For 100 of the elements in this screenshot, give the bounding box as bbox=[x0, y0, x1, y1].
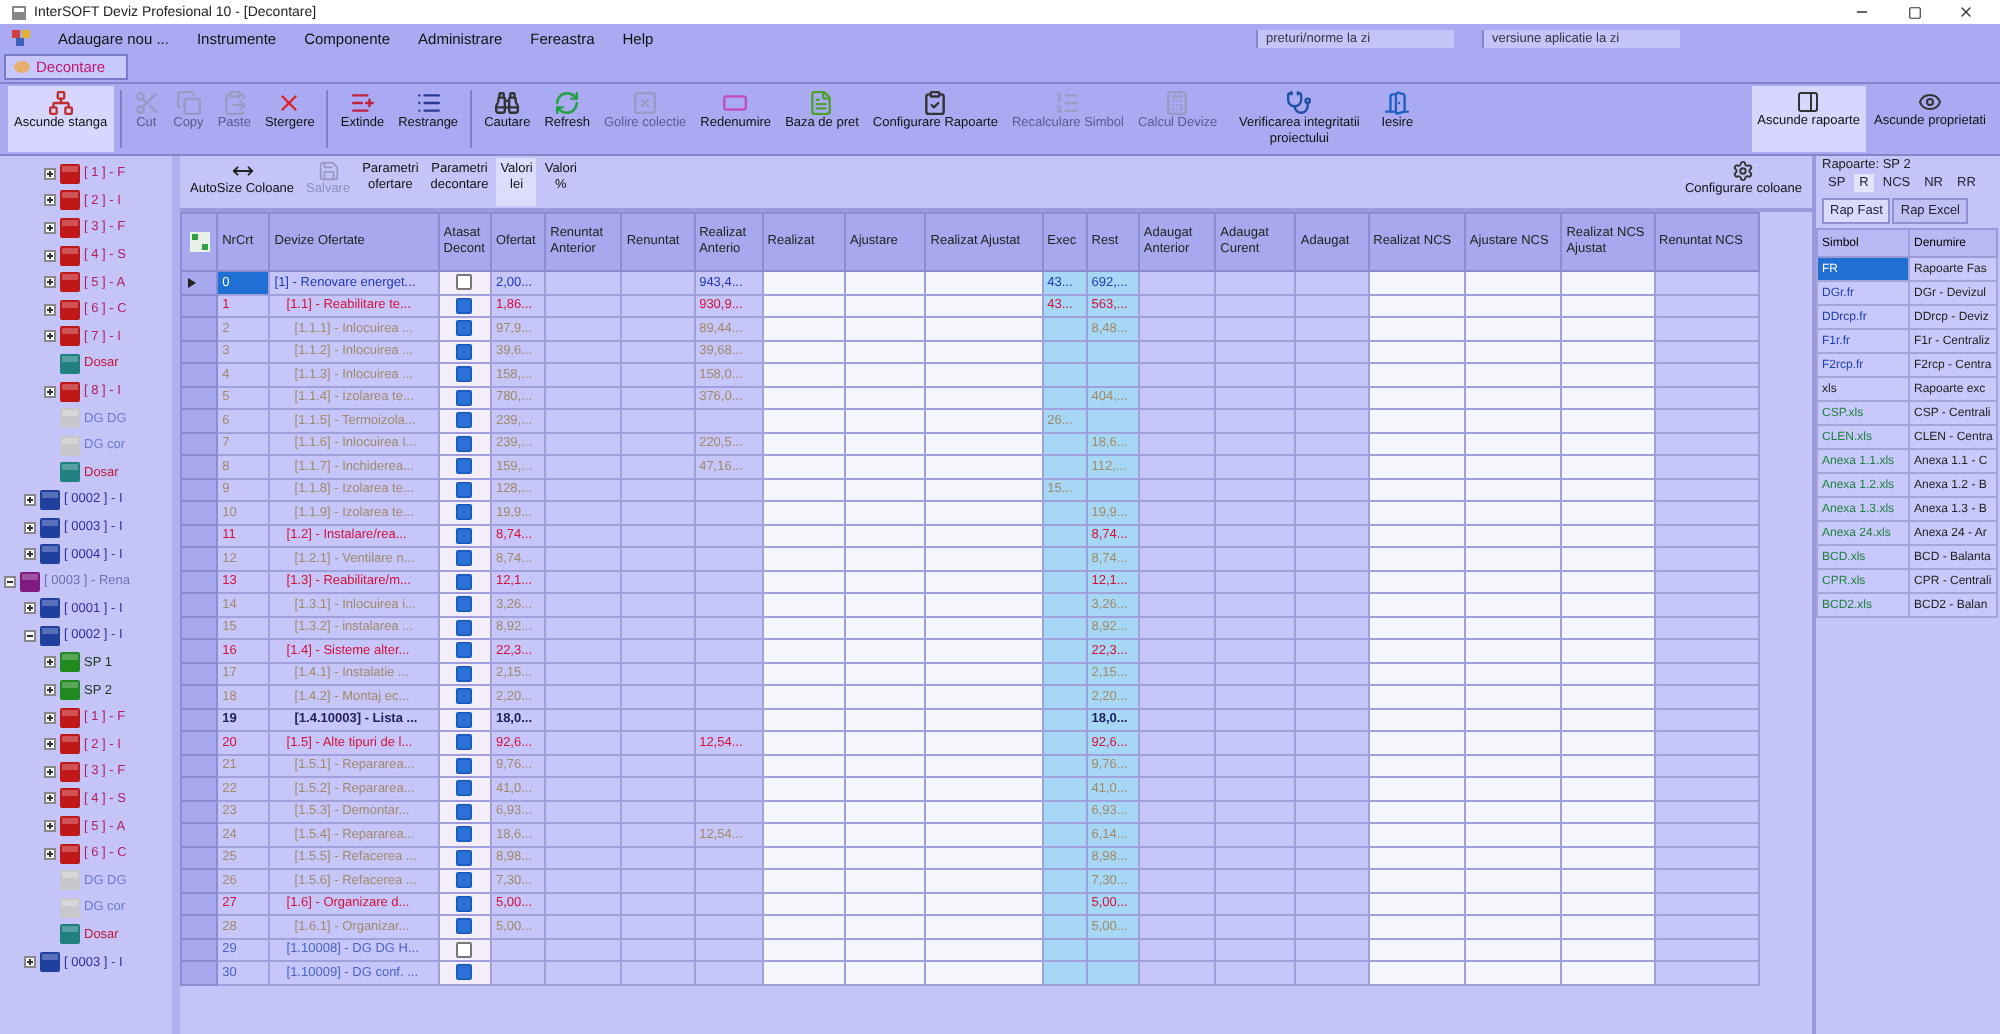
checkbox[interactable] bbox=[456, 688, 473, 705]
clipboard-icon bbox=[221, 90, 248, 116]
expand-icon[interactable] bbox=[24, 493, 36, 506]
expand-icon[interactable] bbox=[44, 276, 56, 289]
expand-icon[interactable] bbox=[44, 385, 56, 398]
calculator-icon bbox=[1164, 90, 1191, 116]
hand-icon bbox=[14, 60, 30, 74]
node-icon bbox=[60, 190, 80, 211]
collapse-icon[interactable] bbox=[4, 575, 16, 588]
expand-icon[interactable] bbox=[44, 847, 56, 860]
expand-icon[interactable] bbox=[44, 330, 56, 343]
node-icon bbox=[40, 625, 60, 646]
app-icon bbox=[12, 5, 26, 19]
checkbox[interactable] bbox=[456, 849, 473, 866]
node-icon bbox=[60, 924, 80, 945]
node-icon bbox=[60, 870, 80, 891]
checkbox[interactable] bbox=[456, 274, 473, 291]
node-icon bbox=[40, 517, 60, 538]
expand-icon[interactable] bbox=[44, 249, 56, 262]
expand-icon[interactable] bbox=[44, 303, 56, 316]
checkbox[interactable] bbox=[456, 826, 473, 843]
node-icon bbox=[40, 489, 60, 510]
copy-icon bbox=[175, 90, 202, 116]
x-mark-icon bbox=[276, 90, 303, 116]
node-icon bbox=[60, 462, 80, 483]
grid-icon bbox=[189, 232, 210, 252]
checkbox[interactable] bbox=[456, 665, 473, 682]
checkbox[interactable] bbox=[456, 642, 473, 659]
node-icon bbox=[60, 652, 80, 673]
checkbox[interactable] bbox=[456, 711, 473, 728]
scissors-icon bbox=[133, 90, 160, 116]
node-icon bbox=[60, 326, 80, 347]
node-icon bbox=[60, 217, 80, 238]
expand-icon[interactable] bbox=[44, 711, 56, 724]
checkbox[interactable] bbox=[456, 527, 473, 544]
expand-icon[interactable] bbox=[44, 221, 56, 234]
expand-icon[interactable] bbox=[24, 956, 36, 969]
node-icon bbox=[60, 408, 80, 429]
checkbox[interactable] bbox=[456, 412, 473, 429]
checkbox[interactable] bbox=[456, 504, 473, 521]
checkbox[interactable] bbox=[456, 596, 473, 613]
expand-icon[interactable] bbox=[44, 738, 56, 751]
node-icon bbox=[60, 163, 80, 184]
checkbox[interactable] bbox=[456, 481, 473, 498]
panel-icon bbox=[1796, 90, 1821, 114]
node-icon bbox=[60, 381, 80, 402]
arrows-icon bbox=[231, 160, 254, 182]
checkbox[interactable] bbox=[456, 343, 473, 360]
expand-icon[interactable] bbox=[24, 602, 36, 615]
checkbox[interactable] bbox=[456, 780, 473, 797]
maximize-icon[interactable] bbox=[1907, 5, 1921, 19]
list-icon bbox=[349, 90, 376, 116]
checkbox[interactable] bbox=[456, 366, 473, 383]
checkbox[interactable] bbox=[456, 389, 473, 406]
expand-icon[interactable] bbox=[44, 167, 56, 180]
node-icon bbox=[60, 816, 80, 837]
checkbox[interactable] bbox=[456, 895, 473, 912]
checkbox[interactable] bbox=[456, 458, 473, 475]
node-icon bbox=[60, 435, 80, 456]
checkbox[interactable] bbox=[456, 320, 473, 337]
node-icon bbox=[60, 788, 80, 809]
checkbox[interactable] bbox=[456, 803, 473, 820]
expand-icon[interactable] bbox=[44, 765, 56, 778]
checkbox[interactable] bbox=[456, 435, 473, 452]
checkbox[interactable] bbox=[456, 619, 473, 636]
expand-icon[interactable] bbox=[44, 684, 56, 697]
expand-icon[interactable] bbox=[24, 548, 36, 561]
expand-icon[interactable] bbox=[24, 521, 36, 534]
checkbox[interactable] bbox=[456, 297, 473, 314]
node-icon bbox=[60, 761, 80, 782]
expand-icon[interactable] bbox=[44, 792, 56, 805]
node-icon bbox=[60, 843, 80, 864]
refresh-icon bbox=[554, 90, 581, 116]
stethoscope-icon bbox=[1286, 90, 1313, 116]
expand-icon[interactable] bbox=[44, 194, 56, 207]
node-icon bbox=[60, 245, 80, 266]
app-menu-icon[interactable] bbox=[12, 30, 30, 46]
checkbox[interactable] bbox=[456, 964, 473, 981]
node-icon bbox=[40, 952, 60, 973]
checkbox[interactable] bbox=[456, 872, 473, 889]
checkbox[interactable] bbox=[456, 918, 473, 935]
save-icon bbox=[317, 160, 340, 182]
node-icon bbox=[60, 272, 80, 293]
checkbox[interactable] bbox=[456, 550, 473, 567]
collapse-icon[interactable] bbox=[24, 629, 36, 642]
checkbox[interactable] bbox=[456, 734, 473, 751]
grid-corner[interactable] bbox=[181, 213, 218, 271]
node-icon bbox=[20, 571, 40, 592]
checkbox[interactable] bbox=[456, 573, 473, 590]
expand-icon[interactable] bbox=[44, 656, 56, 669]
checkbox[interactable] bbox=[456, 757, 473, 774]
node-icon bbox=[60, 353, 80, 374]
expand-icon[interactable] bbox=[44, 820, 56, 833]
eye-icon bbox=[1917, 90, 1942, 114]
clipboard-check-icon bbox=[922, 90, 949, 116]
list-icon bbox=[1054, 90, 1081, 116]
rectangle-icon bbox=[722, 90, 749, 116]
close-icon[interactable] bbox=[1958, 4, 1974, 20]
list-icon bbox=[415, 90, 442, 116]
checkbox[interactable] bbox=[456, 941, 473, 958]
